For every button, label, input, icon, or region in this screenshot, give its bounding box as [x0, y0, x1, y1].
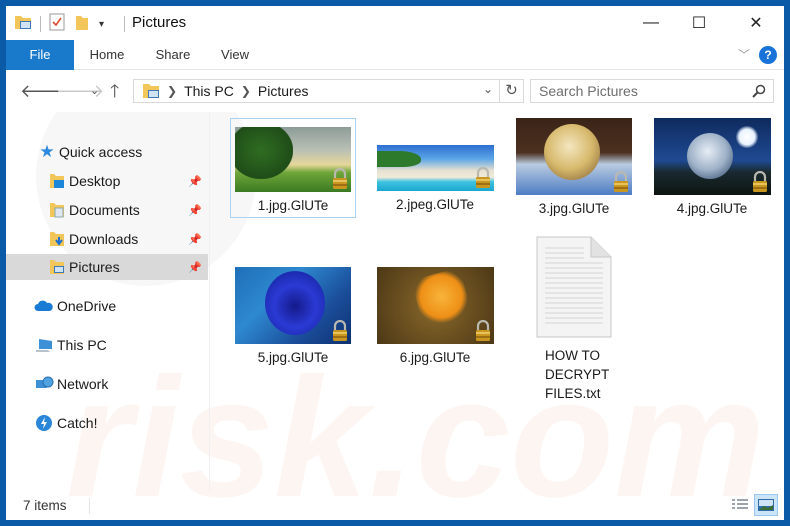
desktop-folder-icon [48, 172, 66, 190]
text-file-icon [536, 236, 612, 338]
details-view-icon [732, 499, 748, 509]
file-thumbnail [376, 145, 494, 191]
refresh-button[interactable]: ↻ [500, 79, 524, 103]
file-thumbnail [653, 118, 771, 195]
close-button[interactable]: ✕ [733, 6, 779, 40]
file-item[interactable]: HOW TO DECRYPT FILES.txt [511, 236, 637, 406]
file-item[interactable]: 3.jpg.GlUTe [511, 118, 637, 218]
lock-icon [614, 171, 628, 192]
navigation-pane: ★ Quick access Desktop 📌 Documents 📌 Dow… [6, 112, 210, 492]
search-input[interactable]: Search Pictures [530, 79, 774, 103]
details-view-button[interactable] [728, 494, 752, 516]
breadcrumb-chevron-icon[interactable]: ❯ [241, 84, 251, 98]
file-explorer-window: risk.com ▾ Pictures — ☐ ✕ File Home Shar… [6, 6, 784, 520]
ribbon-tabs: File Home Share View ﹀ ? [6, 40, 784, 70]
pin-icon[interactable]: 📌 [188, 175, 202, 188]
pictures-folder-icon [48, 258, 66, 276]
window-title: Pictures [132, 14, 187, 31]
file-item[interactable]: 1.jpg.GlUTe [230, 118, 356, 218]
downloads-folder-icon [48, 230, 66, 248]
properties-icon[interactable] [49, 13, 65, 36]
quick-access-toolbar: ▾ [14, 13, 104, 36]
file-list: 1.jpg.GlUTe 2.jpeg.GlUTe 3.jpg.GlUTe 4.j… [211, 112, 784, 492]
file-item[interactable]: 5.jpg.GlUTe [230, 267, 356, 367]
file-name: 5.jpg.GlUTe [257, 350, 329, 365]
large-icons-view-icon [758, 499, 774, 511]
star-icon: ★ [39, 142, 55, 161]
large-icons-view-button[interactable] [754, 494, 778, 516]
lock-icon [333, 320, 347, 341]
file-thumbnail [235, 127, 351, 192]
pin-icon[interactable]: 📌 [188, 261, 202, 274]
nav-desktop[interactable]: Desktop 📌 [6, 168, 208, 194]
documents-folder-icon [48, 201, 66, 219]
customize-toolbar-dropdown-icon[interactable]: ▾ [99, 19, 104, 30]
file-thumbnail [235, 267, 351, 344]
tab-view[interactable]: View [214, 40, 256, 70]
file-thumbnail [376, 267, 494, 344]
file-item[interactable]: 4.jpg.GlUTe [649, 118, 775, 218]
nav-catch[interactable]: Catch! [6, 410, 208, 436]
up-button[interactable]: 🡑 [110, 79, 119, 103]
lock-icon [333, 168, 347, 189]
lock-icon [475, 320, 490, 341]
lock-icon [752, 171, 767, 192]
tab-home[interactable]: Home [82, 40, 132, 70]
file-name: 2.jpeg.GlUTe [395, 197, 475, 212]
help-button[interactable]: ? [759, 46, 777, 64]
nav-pictures[interactable]: Pictures 📌 [6, 254, 208, 280]
breadcrumb-this-pc[interactable]: This PC [184, 83, 234, 99]
recent-locations-dropdown[interactable]: ⌄ [90, 79, 99, 103]
tab-file[interactable]: File [6, 40, 74, 70]
breadcrumb-pictures[interactable]: Pictures [258, 83, 309, 99]
maximize-button[interactable]: ☐ [676, 6, 722, 40]
search-icon[interactable] [752, 80, 766, 104]
title-bar: ▾ Pictures — ☐ ✕ [6, 6, 784, 40]
status-bar: 7 items [6, 492, 784, 520]
navigation-bar: 🡐 🡒 ⌄ 🡑 ❯ This PC ❯ Pictures ⌄ ↻ Search … [6, 70, 784, 112]
pictures-location-icon [142, 83, 160, 99]
breadcrumb-chevron-icon[interactable]: ❯ [167, 84, 177, 98]
file-item[interactable]: 2.jpeg.GlUTe [372, 118, 498, 218]
file-name: 6.jpg.GlUTe [399, 350, 471, 365]
network-icon [34, 375, 54, 393]
tab-share[interactable]: Share [150, 40, 196, 70]
catch-icon [34, 414, 54, 432]
nav-quick-access[interactable]: ★ Quick access [6, 139, 208, 165]
nav-onedrive[interactable]: OneDrive [6, 293, 208, 319]
file-item[interactable]: 6.jpg.GlUTe [372, 267, 498, 367]
expand-ribbon-icon[interactable]: ﹀ [738, 46, 750, 63]
item-count: 7 items [23, 498, 67, 513]
minimize-button[interactable]: — [628, 6, 674, 40]
file-thumbnail [516, 118, 632, 195]
address-history-dropdown-icon[interactable]: ⌄ [483, 82, 493, 96]
nav-documents[interactable]: Documents 📌 [6, 197, 208, 223]
pin-icon[interactable]: 📌 [188, 204, 202, 217]
onedrive-icon [34, 297, 54, 315]
this-pc-icon [34, 336, 54, 354]
nav-this-pc[interactable]: This PC [6, 332, 208, 358]
pin-icon[interactable]: 📌 [188, 233, 202, 246]
pictures-folder-icon[interactable] [14, 14, 32, 35]
nav-downloads[interactable]: Downloads 📌 [6, 226, 208, 252]
file-name: 1.jpg.GlUTe [257, 198, 329, 213]
file-name: 3.jpg.GlUTe [538, 201, 610, 216]
nav-network[interactable]: Network [6, 371, 208, 397]
file-name: 4.jpg.GlUTe [676, 201, 748, 216]
file-name: HOW TO DECRYPT FILES.txt [545, 348, 610, 401]
lock-icon [475, 167, 490, 188]
address-bar[interactable]: ❯ This PC ❯ Pictures ⌄ [133, 79, 500, 103]
new-folder-icon[interactable] [75, 13, 89, 36]
